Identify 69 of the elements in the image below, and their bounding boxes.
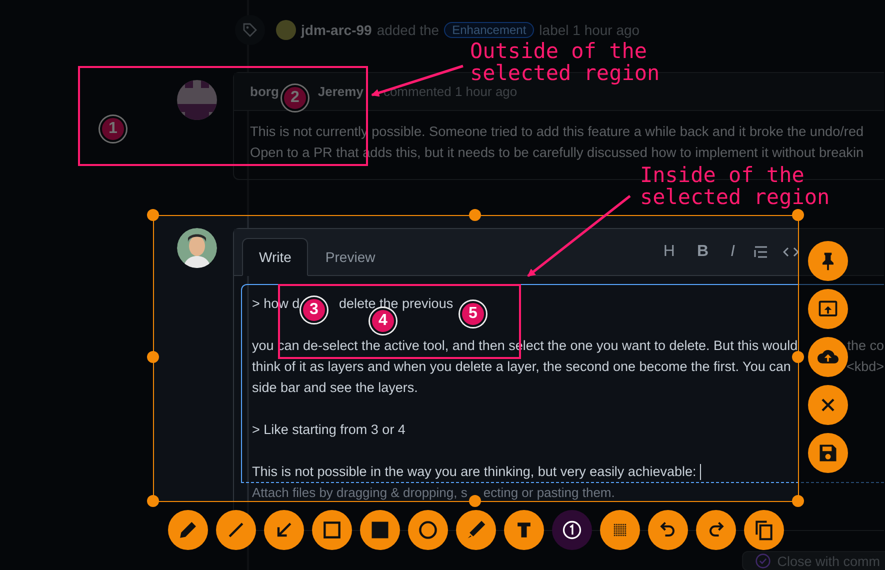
editor-tab[interactable]: Write bbox=[242, 238, 308, 276]
check-circle-icon bbox=[755, 553, 772, 569]
callout-text: selected region bbox=[640, 185, 830, 209]
pencil-icon bbox=[177, 519, 199, 541]
copy-icon bbox=[753, 519, 775, 541]
comment-text: This is not currently possible. Someone tried to add this feature a while back and it broke the undo/red bbox=[250, 124, 864, 139]
callout-text: selected region bbox=[470, 61, 660, 85]
counter-tool[interactable] bbox=[552, 510, 592, 550]
save-icon bbox=[817, 442, 839, 464]
screen-button[interactable] bbox=[808, 289, 848, 329]
author-name[interactable]: Jeremy bbox=[318, 84, 364, 99]
redo-tool[interactable] bbox=[696, 510, 736, 550]
user-avatar bbox=[276, 20, 296, 40]
circle-tool[interactable] bbox=[408, 510, 448, 550]
attach-hint: Attach files by dragging & dropping, s bbox=[252, 485, 468, 500]
resize-handle[interactable] bbox=[792, 495, 804, 507]
selection-frame[interactable] bbox=[153, 215, 799, 502]
avatar bbox=[177, 228, 217, 268]
save-button[interactable] bbox=[808, 433, 848, 473]
resize-handle[interactable] bbox=[147, 495, 159, 507]
number-one-icon bbox=[561, 519, 583, 541]
number-marker: 4 bbox=[370, 308, 396, 334]
callout-text: Outside of the bbox=[470, 39, 648, 63]
text-cursor bbox=[700, 464, 702, 480]
format-button[interactable]: I bbox=[726, 243, 739, 261]
attach-hint: ecting or pasting them. bbox=[483, 485, 615, 500]
number-marker: 1 bbox=[100, 116, 126, 142]
format-button[interactable]: B bbox=[692, 243, 713, 261]
undo-tool[interactable] bbox=[648, 510, 688, 550]
rect-tool[interactable] bbox=[312, 510, 352, 550]
user-name[interactable]: jdm-arc-99 bbox=[301, 22, 372, 38]
resize-handle[interactable] bbox=[147, 351, 159, 363]
editor-text: think of it as layers and when you delete a layer, the second one become the first. You can bbox=[252, 358, 791, 376]
arrow-tool[interactable] bbox=[264, 510, 304, 550]
resize-handle[interactable] bbox=[147, 209, 159, 221]
square-icon bbox=[321, 519, 343, 541]
text-tool[interactable] bbox=[504, 510, 544, 550]
number-marker: 2 bbox=[282, 85, 308, 111]
editor-text: > Like starting from 3 or 4 bbox=[252, 421, 406, 439]
editor-text: the co bbox=[847, 337, 884, 355]
editor-text: side bar and see the layers. bbox=[252, 379, 418, 397]
resize-handle[interactable] bbox=[469, 209, 481, 221]
format-button[interactable]: H bbox=[659, 243, 679, 261]
filled-square-icon bbox=[369, 519, 391, 541]
close-button[interactable] bbox=[808, 385, 848, 425]
pencil-tool[interactable] bbox=[168, 510, 208, 550]
event-text: added the bbox=[376, 22, 440, 38]
blur-tool[interactable] bbox=[600, 510, 640, 550]
line-tool[interactable] bbox=[216, 510, 256, 550]
upload-button[interactable] bbox=[808, 337, 848, 377]
resize-handle[interactable] bbox=[792, 351, 804, 363]
highlighter-icon bbox=[465, 519, 487, 541]
editor-text: This is not possible in the way you are thinking, but very easily achievable: bbox=[252, 463, 696, 481]
callout-text: Inside of the bbox=[640, 163, 804, 187]
editor-tab[interactable]: Preview bbox=[308, 238, 392, 276]
editor-text: <kbd> bbox=[846, 358, 884, 376]
list-icon[interactable] bbox=[753, 244, 769, 260]
avatar bbox=[177, 80, 217, 120]
comment-time: commented 1 hour ago bbox=[383, 84, 518, 99]
resize-handle[interactable] bbox=[792, 209, 804, 221]
circle-icon bbox=[417, 519, 439, 541]
author-name[interactable]: borg bbox=[250, 84, 279, 99]
event-time: label 1 hour ago bbox=[539, 22, 640, 38]
resize-handle[interactable] bbox=[469, 495, 481, 507]
copy-tool[interactable] bbox=[744, 510, 784, 550]
marker-tool[interactable] bbox=[456, 510, 496, 550]
number-marker: 5 bbox=[460, 301, 486, 327]
number-marker: 3 bbox=[301, 297, 327, 323]
filled-rect-tool[interactable] bbox=[360, 510, 400, 550]
